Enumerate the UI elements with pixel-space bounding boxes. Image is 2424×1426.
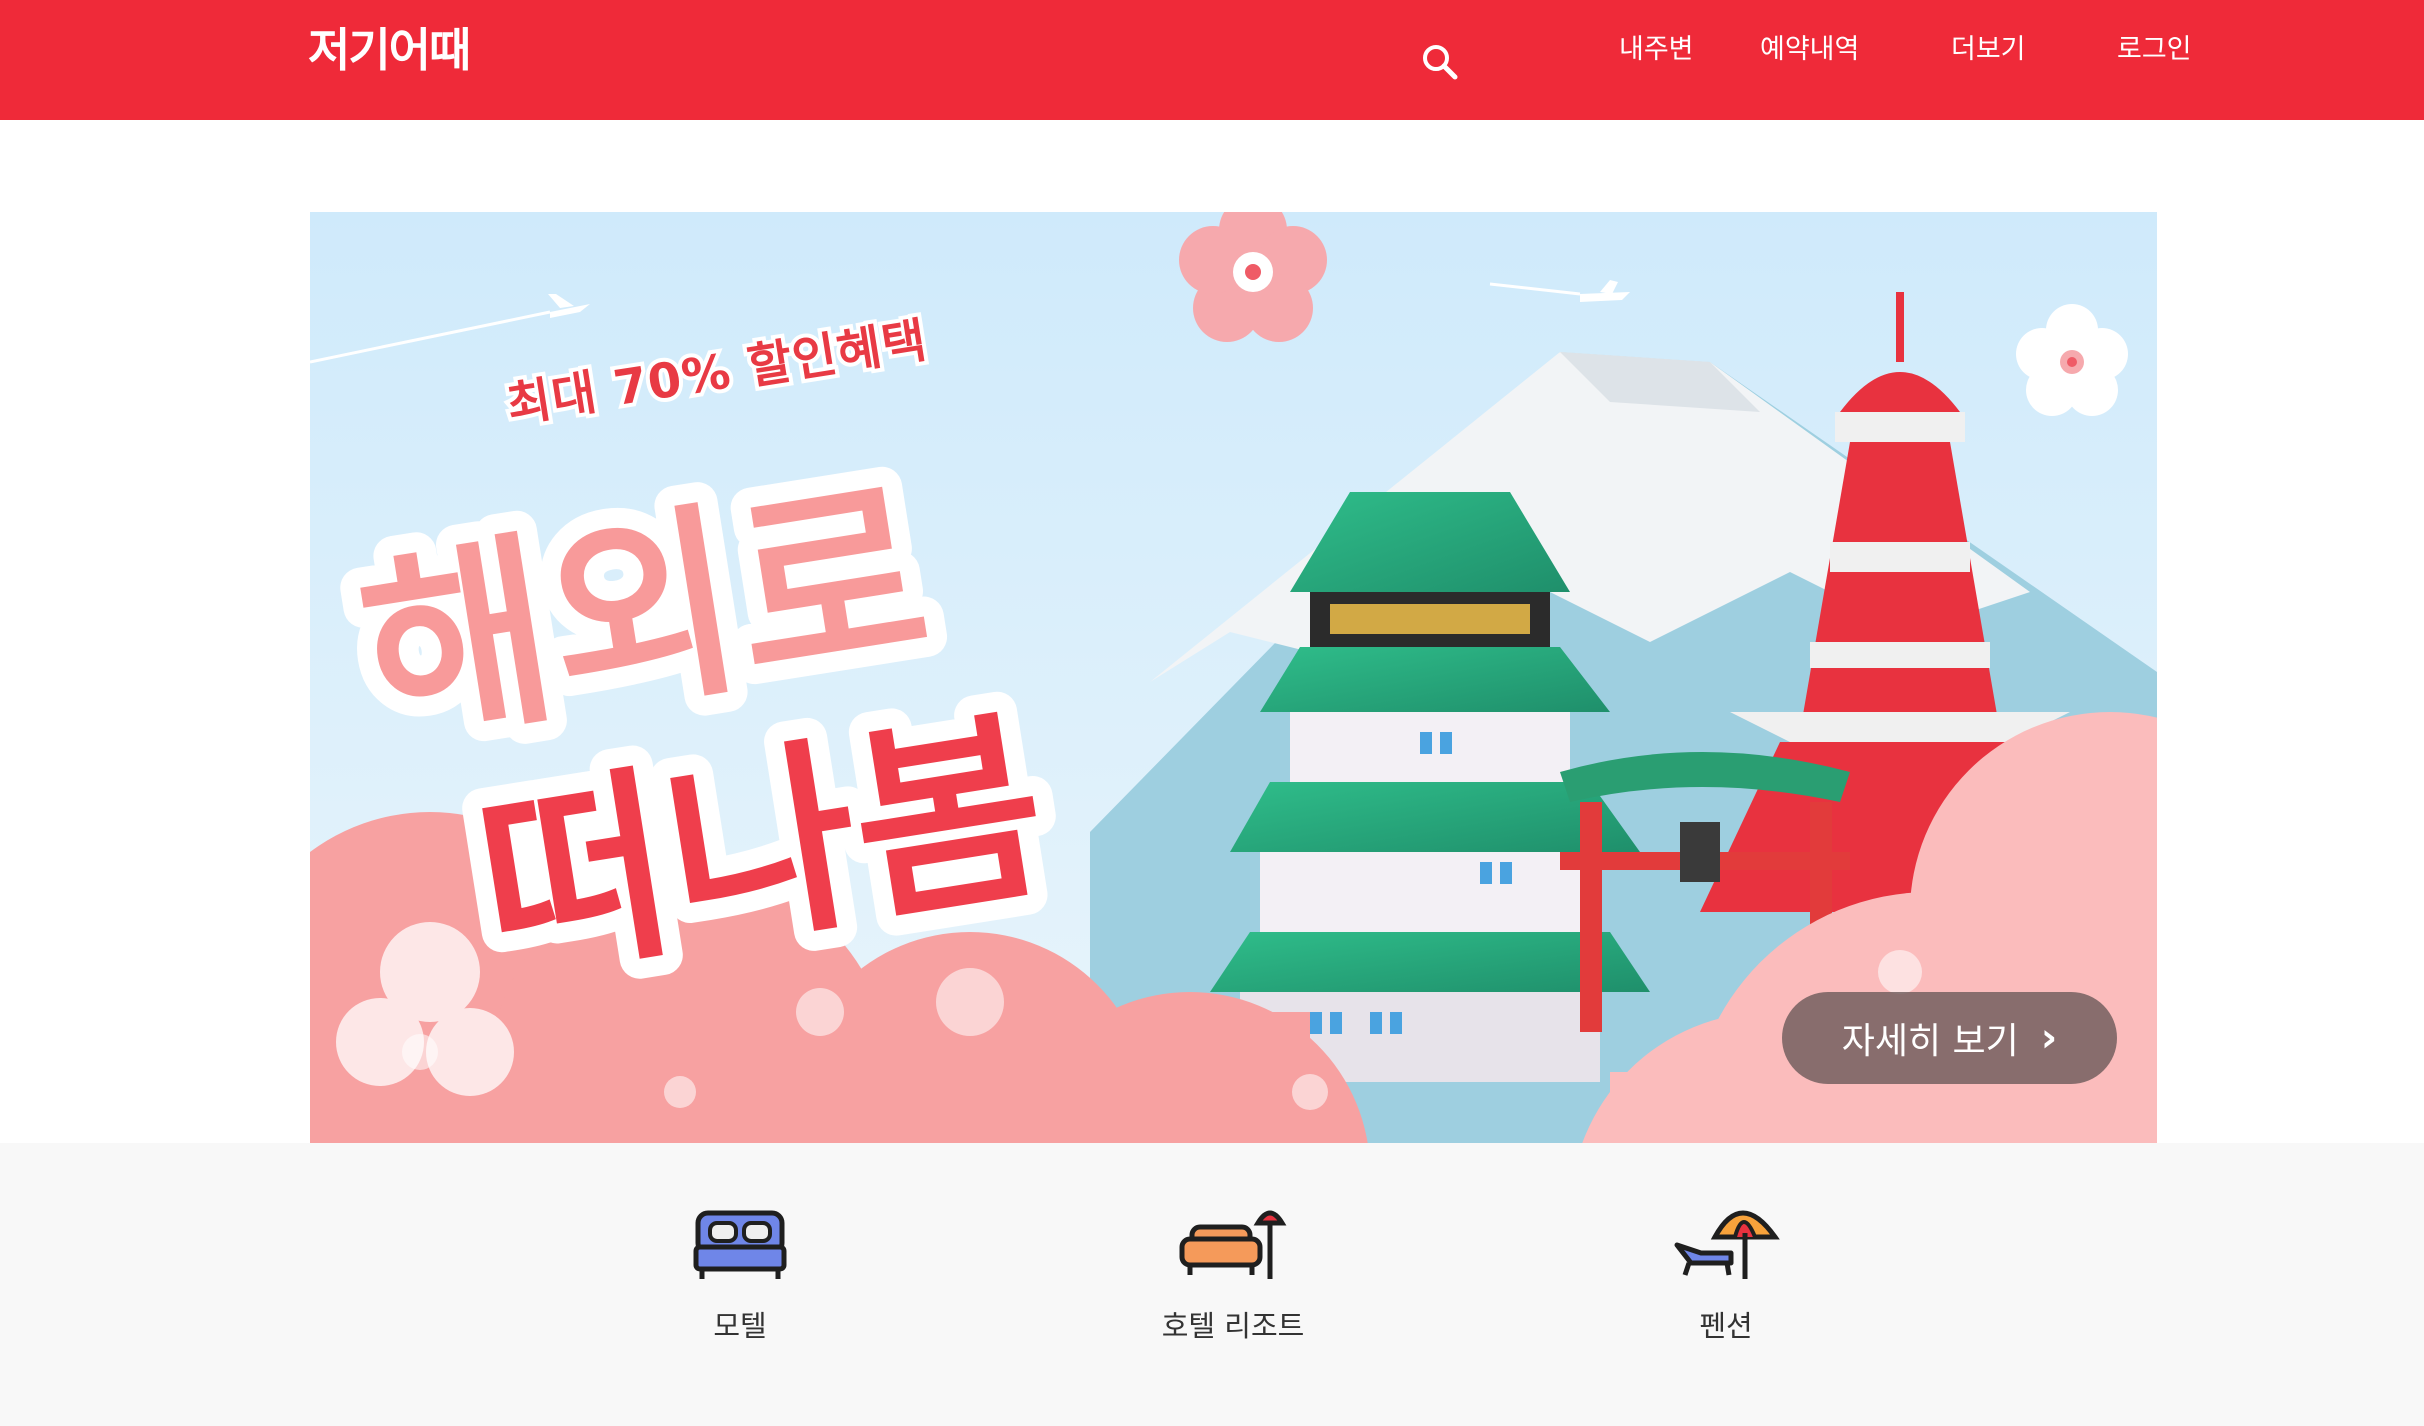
category-pension-label: 펜션 xyxy=(1699,1309,1753,1343)
chevron-right-icon: › xyxy=(2040,1015,2058,1061)
category-bar: 모텔 호텔 리조트 펜션 xyxy=(0,1143,2424,1426)
cherry-blossom-icon xyxy=(1179,212,1327,342)
nav-login-link[interactable]: 로그인 xyxy=(2117,30,2192,70)
search-icon xyxy=(1423,45,1458,80)
banner-detail-label: 자세히 보기 xyxy=(1841,1021,2019,1062)
nav-more-link[interactable]: 더보기 xyxy=(1951,30,2026,70)
beach-umbrella-icon xyxy=(1674,1210,1780,1279)
site-logo[interactable]: 저기어때 xyxy=(308,18,471,82)
nav-nearby-link[interactable]: 내주변 xyxy=(1619,30,1694,70)
category-pension[interactable]: 펜션 xyxy=(1596,1203,1856,1345)
promo-banner[interactable]: 최대 70% 할인혜택 해외로 떠나봄 자세히 보기 › xyxy=(310,212,2157,1143)
category-hotel-resort[interactable]: 호텔 리조트 xyxy=(1103,1203,1363,1345)
top-nav-bar: 저기어때 내주변 예약내역 더보기 로그인 xyxy=(0,0,2424,120)
category-motel[interactable]: 모텔 xyxy=(610,1203,870,1345)
category-motel-label: 모텔 xyxy=(713,1309,767,1343)
search-button[interactable] xyxy=(1412,34,1468,90)
banner-detail-button[interactable]: 자세히 보기 › xyxy=(1782,992,2117,1084)
sofa-lamp-icon xyxy=(1179,1210,1287,1279)
bed-icon xyxy=(693,1210,787,1279)
nav-reservations-link[interactable]: 예약내역 xyxy=(1760,30,1859,70)
category-hotel-resort-label: 호텔 리조트 xyxy=(1161,1309,1305,1343)
